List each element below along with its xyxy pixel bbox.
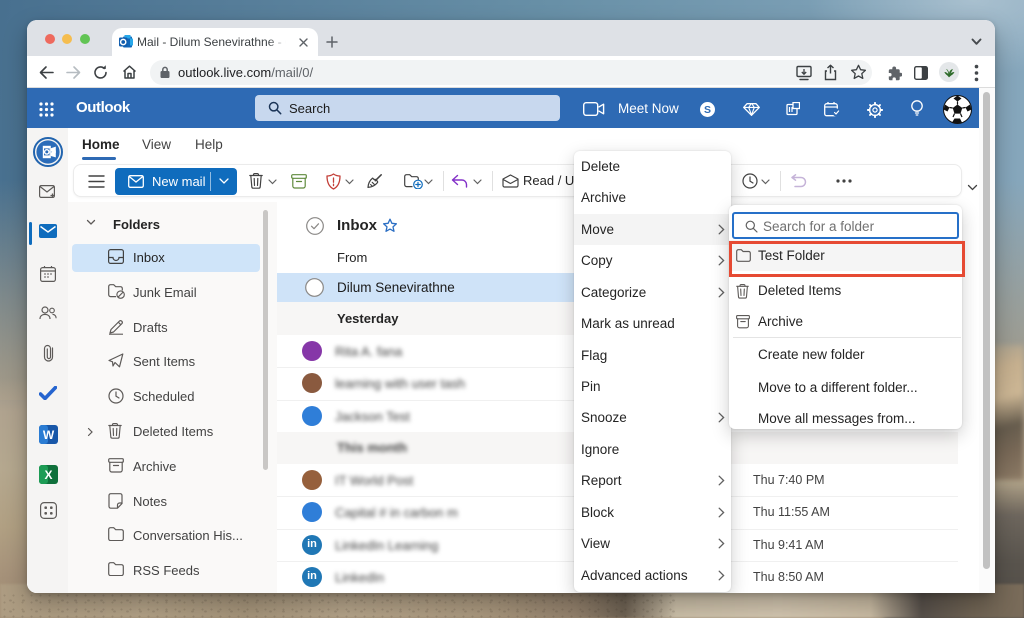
svg-text:W: W bbox=[43, 428, 55, 442]
svg-text:X: X bbox=[44, 468, 52, 482]
svg-text:S: S bbox=[704, 104, 711, 116]
